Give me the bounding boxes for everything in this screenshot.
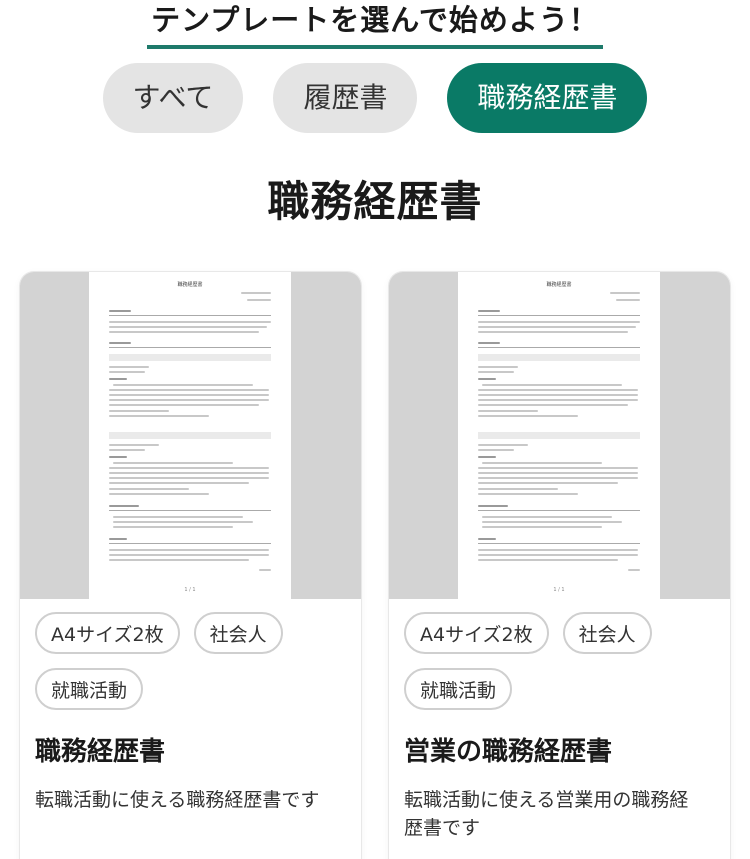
card-title[interactable]: 営業の職務経歴書 xyxy=(404,734,724,770)
card-description: 転職活動に使える職務経歴書です xyxy=(35,789,320,811)
tag-chip: 社会人 xyxy=(562,612,652,654)
template-card[interactable]: 職務経歴書 xyxy=(389,272,730,859)
tag-list: A4サイズ2枚 社会人 就職活動 xyxy=(404,612,724,710)
card-title[interactable]: 職務経歴書 xyxy=(35,734,355,770)
document-preview-image: 職務経歴書 1 / 1 xyxy=(89,272,291,599)
tag-chip: A4サイズ2枚 xyxy=(35,612,180,654)
section-heading: 職務経歴書 xyxy=(267,177,483,226)
tab-all[interactable]: すべて xyxy=(102,63,244,133)
preview-doc-title: 職務経歴書 xyxy=(546,282,572,288)
document-preview-image: 職務経歴書 1 / 1 xyxy=(458,272,660,599)
tag-list: A4サイズ2枚 社会人 就職活動 xyxy=(35,612,355,710)
category-tabs: すべて 履歴書 職務経歴書 xyxy=(0,63,750,133)
template-card[interactable]: 職務経歴書 xyxy=(20,272,361,859)
preview-doc-title: 職務経歴書 xyxy=(177,282,203,288)
tab-cv[interactable]: 職務経歴書 xyxy=(447,63,648,133)
card-description: 転職活動に使える営業用の職務経歴書です xyxy=(404,789,689,839)
tag-chip: 就職活動 xyxy=(35,668,144,710)
header: テンプレートを選んで始めよう！ xyxy=(0,2,750,49)
tag-chip: A4サイズ2枚 xyxy=(404,612,549,654)
tab-resume[interactable]: 履歴書 xyxy=(273,63,418,133)
page-title: テンプレートを選んで始めよう！ xyxy=(147,2,603,49)
tag-chip: 社会人 xyxy=(193,612,283,654)
template-preview: 職務経歴書 1 / 1 xyxy=(389,272,730,599)
tag-chip: 就職活動 xyxy=(404,668,513,710)
template-page: テンプレートを選んで始めよう！ すべて 履歴書 職務経歴書 職務経歴書 職務経歴… xyxy=(0,0,750,859)
template-preview: 職務経歴書 1 / 1 xyxy=(20,272,361,599)
